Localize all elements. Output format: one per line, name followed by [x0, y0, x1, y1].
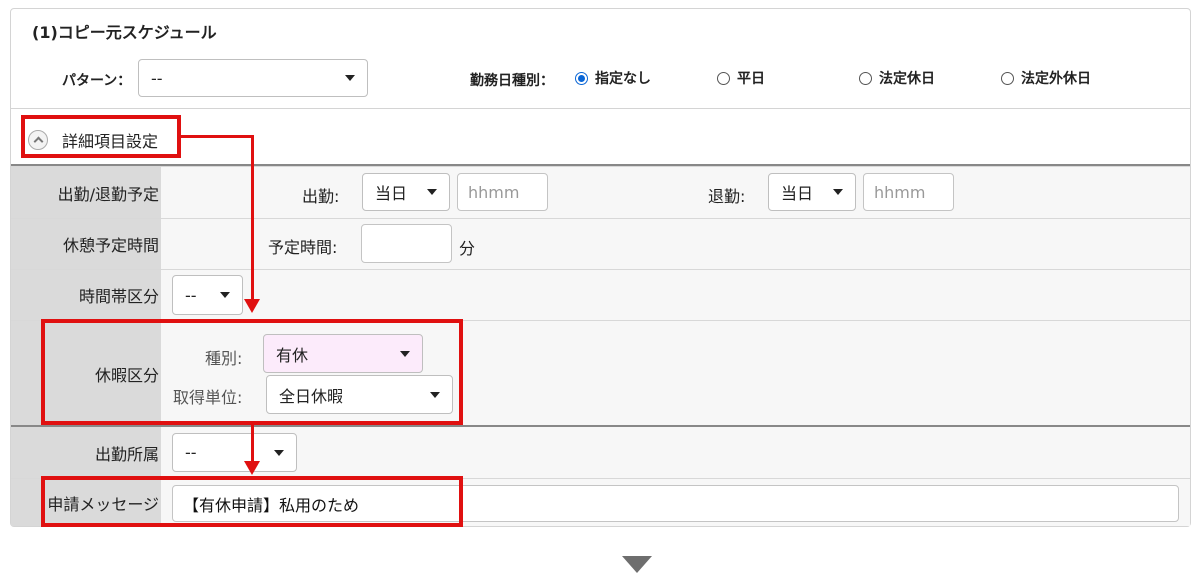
row-timeslot: 時間帯区分 -- [11, 269, 1190, 320]
chevron-down-icon [430, 391, 440, 398]
radio-label: 法定外休日 [1021, 71, 1091, 87]
timeslot-value: -- [185, 285, 197, 305]
start-day-value: 当日 [375, 184, 408, 203]
chevron-down-icon [345, 75, 355, 81]
row-header: 出勤/退勤予定 [11, 167, 161, 218]
chevron-down-icon [833, 189, 843, 195]
break-unit: 分 [459, 239, 476, 258]
row-department: 出勤所属 -- [11, 427, 1190, 478]
start-time-placeholder: hhmm [468, 182, 520, 202]
end-time-placeholder: hhmm [874, 182, 926, 202]
row-leave: 休暇区分 種別: 有休 取得単位: 全日休暇 [11, 320, 1190, 426]
radio-unchecked-icon [717, 71, 730, 85]
leave-type-label: 種別: [205, 349, 243, 368]
radio-label: 指定なし [595, 71, 651, 87]
pattern-select-value: -- [151, 68, 163, 88]
row-header: 休憩予定時間 [11, 219, 161, 269]
arrow-down-icon [244, 299, 260, 313]
row-header: 申請メッセージ [11, 479, 161, 526]
row-header: 出勤所属 [11, 427, 161, 478]
pattern-select[interactable]: -- [138, 59, 368, 97]
radio-weekday[interactable]: 平日 [717, 68, 765, 88]
leave-unit-label: 取得単位: [173, 388, 243, 407]
section-title: (1)コピー元スケジュール [32, 23, 217, 42]
row-header: 休暇区分 [11, 321, 161, 426]
start-label: 出勤: [302, 187, 340, 206]
radio-non-legal-holiday[interactable]: 法定外休日 [1001, 68, 1091, 88]
arrow-down-icon [244, 461, 260, 475]
start-day-select[interactable]: 当日 [362, 173, 450, 211]
chevron-down-icon [220, 292, 230, 298]
row-break: 休憩予定時間 予定時間: 分 [11, 218, 1190, 269]
leave-unit-value: 全日休暇 [279, 386, 344, 406]
radio-label: 平日 [737, 71, 765, 87]
break-time-input[interactable] [361, 224, 452, 263]
connector-line [181, 135, 254, 138]
row-header: 時間帯区分 [11, 270, 161, 320]
message-value: 【有休申請】私用のため [183, 495, 360, 515]
row-message: 申請メッセージ 【有休申請】私用のため [11, 478, 1190, 526]
department-select[interactable]: -- [172, 433, 297, 472]
row-attendance: 出勤/退勤予定 出勤: 当日 hhmm 退勤: 当日 hhmm [11, 166, 1190, 218]
end-time-input[interactable]: hhmm [863, 173, 954, 211]
workday-type-label: 勤務日種別： [470, 73, 554, 89]
message-input[interactable]: 【有休申請】私用のため [172, 485, 1179, 522]
chevron-down-icon [427, 189, 437, 195]
timeslot-select[interactable]: -- [172, 275, 243, 315]
chevron-down-icon [274, 449, 284, 456]
leave-type-select[interactable]: 有休 [263, 334, 423, 373]
department-value: -- [185, 443, 197, 462]
start-time-input[interactable]: hhmm [457, 173, 548, 211]
radio-label: 法定休日 [879, 71, 935, 87]
break-label: 予定時間: [268, 238, 338, 257]
leave-type-value: 有休 [276, 345, 309, 365]
radio-legal-holiday[interactable]: 法定休日 [859, 68, 935, 88]
connector-line [251, 135, 254, 300]
divider [11, 108, 1190, 109]
leave-unit-select[interactable]: 全日休暇 [266, 375, 453, 414]
pattern-label: パターン： [62, 73, 132, 89]
chevron-down-icon [400, 350, 410, 357]
detail-settings-toggle[interactable]: 詳細項目設定 [28, 128, 158, 152]
radio-unchecked-icon [1001, 71, 1014, 85]
end-label: 退勤: [708, 187, 746, 206]
collapse-up-icon [28, 130, 48, 150]
end-day-value: 当日 [781, 184, 814, 203]
detail-settings-label: 詳細項目設定 [62, 132, 159, 151]
radio-unchecked-icon [859, 71, 872, 85]
connector-line [251, 425, 254, 462]
radio-checked-icon [575, 71, 588, 85]
next-step-triangle-icon [622, 556, 652, 573]
end-day-select[interactable]: 当日 [768, 173, 856, 211]
radio-unspecified[interactable]: 指定なし [575, 68, 651, 88]
